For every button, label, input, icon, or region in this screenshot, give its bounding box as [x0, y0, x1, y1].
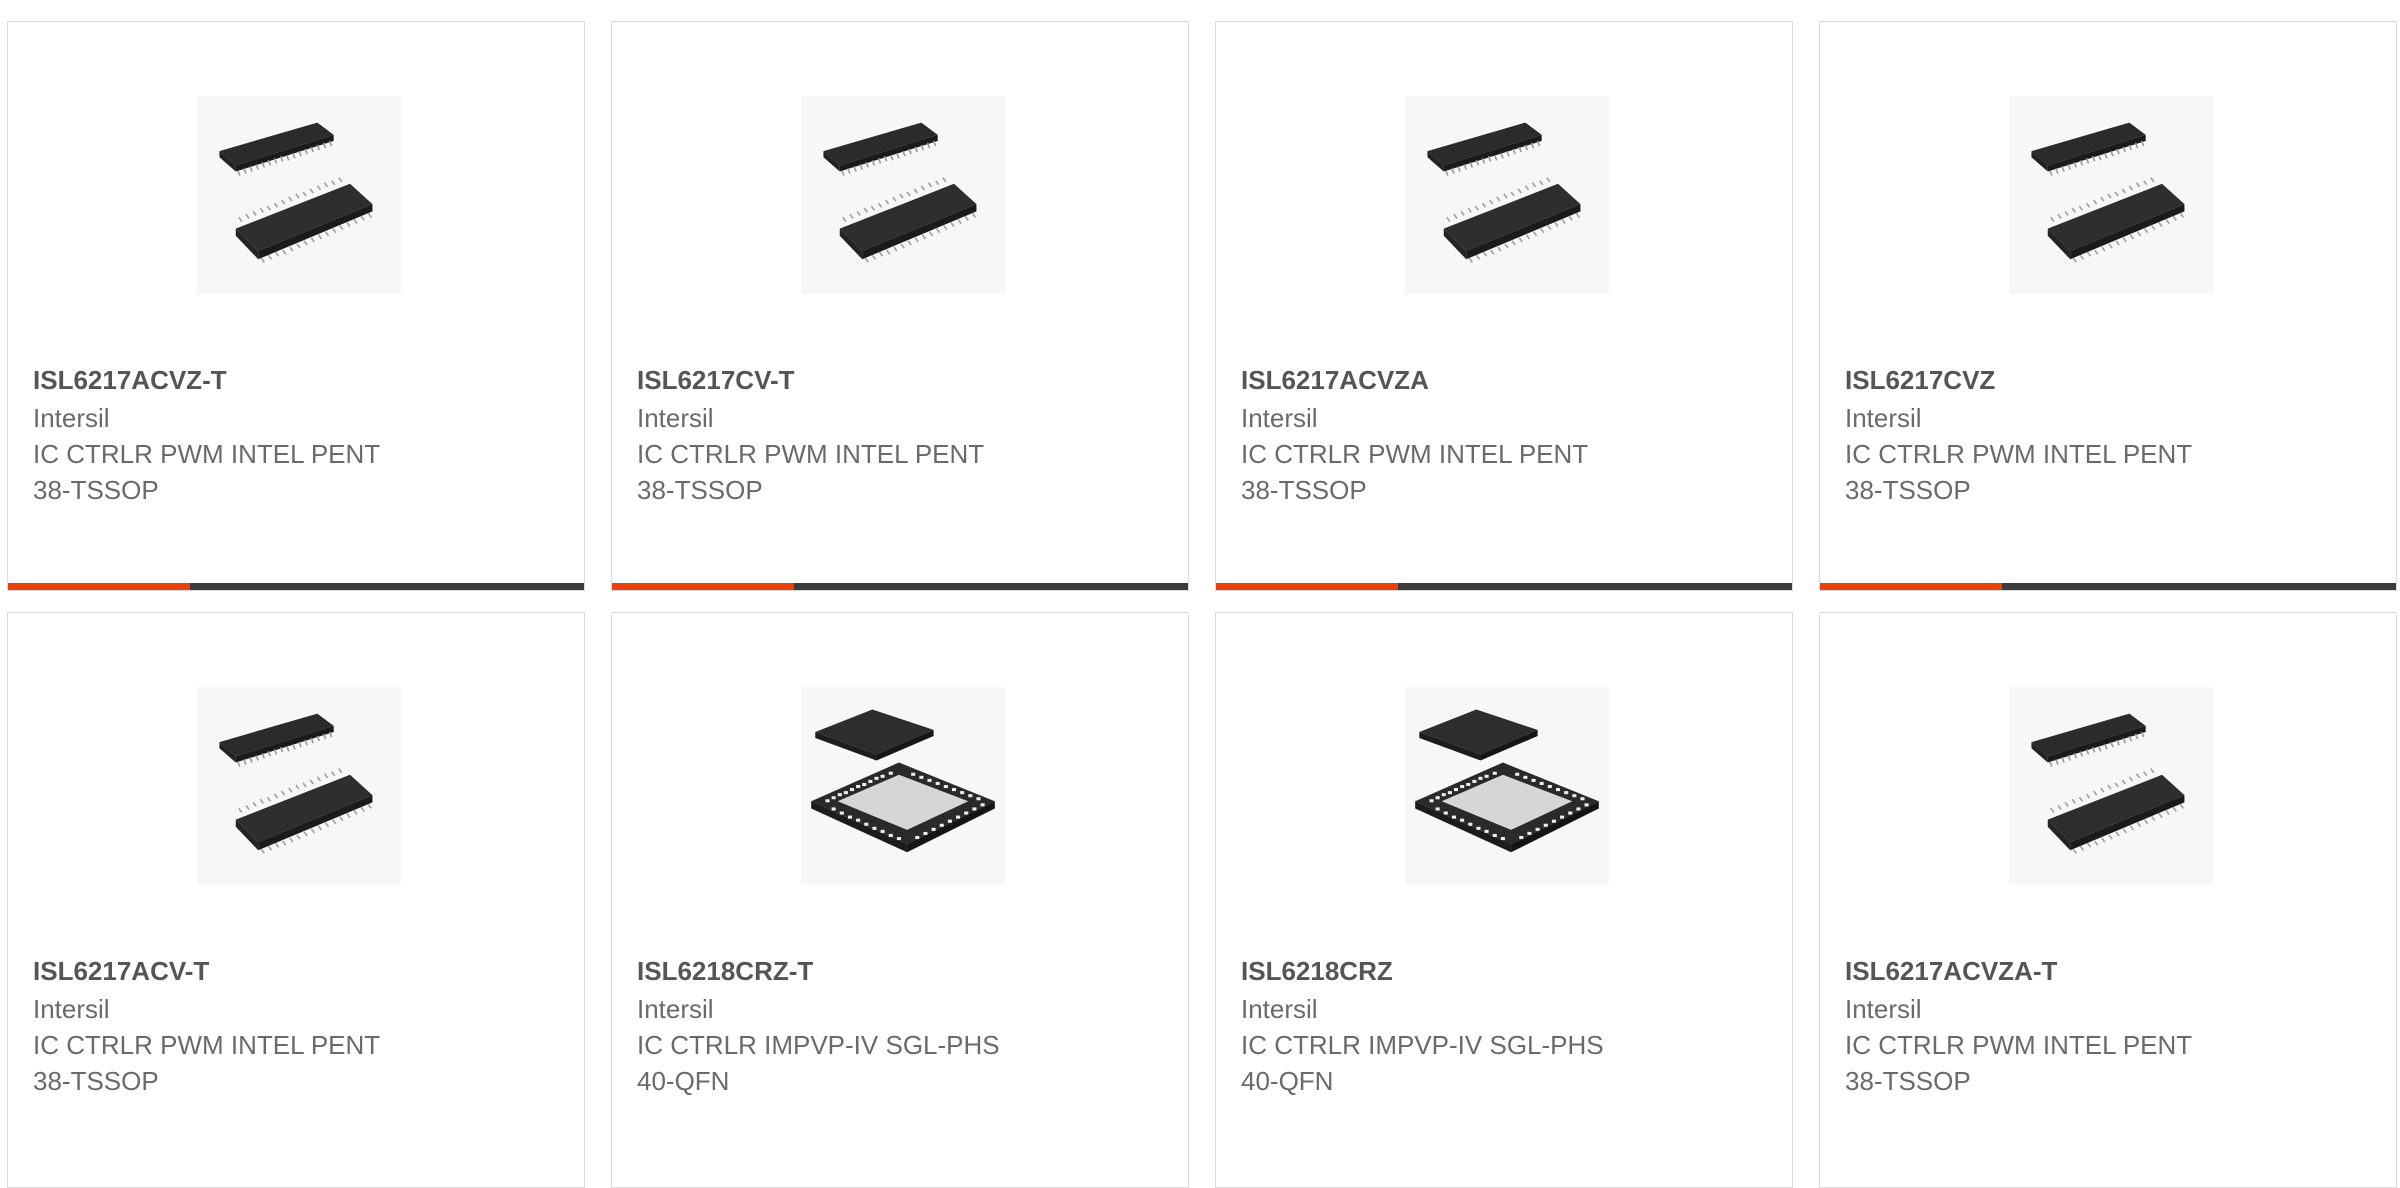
manufacturer-label: Intersil	[637, 994, 714, 1024]
product-card[interactable]: ISL6217ACV-T Intersil IC CTRLR PWM INTEL P…	[7, 612, 585, 1188]
product-card[interactable]: ISL6218CRZ Intersil IC CTRLR IMPVP-IV SGL-…	[1215, 612, 1793, 1188]
part-number-link[interactable]: ISL6217ACVZ-T	[33, 365, 227, 396]
qfn-chip-icon[interactable]	[801, 687, 1005, 885]
description-label: IC CTRLR PWM INTEL PENT	[1845, 1030, 2193, 1060]
manufacturer-label: Intersil	[33, 994, 110, 1024]
part-number-link[interactable]: ISL6217ACV-T	[33, 956, 209, 987]
part-number-link[interactable]: ISL6218CRZ-T	[637, 956, 813, 987]
manufacturer-label: Intersil	[1241, 994, 1318, 1024]
tssop-chip-icon[interactable]	[2009, 687, 2213, 885]
tssop-chip-icon[interactable]	[2009, 96, 2213, 294]
package-label: 40-QFN	[1241, 1066, 1334, 1096]
description-label: IC CTRLR IMPVP-IV SGL-PHS	[1241, 1030, 1604, 1060]
card-accent-bar	[8, 583, 190, 590]
qfn-chip-icon[interactable]	[1405, 687, 1609, 885]
package-label: 40-QFN	[637, 1066, 730, 1096]
package-label: 38-TSSOP	[33, 475, 159, 505]
package-label: 38-TSSOP	[1845, 1066, 1971, 1096]
part-number-link[interactable]: ISL6217CVZ	[1845, 365, 1995, 396]
description-label: IC CTRLR PWM INTEL PENT	[33, 439, 381, 469]
description-label: IC CTRLR PWM INTEL PENT	[637, 439, 985, 469]
product-card[interactable]: ISL6217ACVZA Intersil IC CTRLR PWM INTEL P…	[1215, 21, 1793, 591]
product-grid: ISL6217ACVZ-T Intersil IC CTRLR PWM INTEL …	[7, 21, 2400, 1188]
product-card[interactable]: ISL6217ACVZ-T Intersil IC CTRLR PWM INTEL …	[7, 21, 585, 591]
package-label: 38-TSSOP	[637, 475, 763, 505]
product-card[interactable]: ISL6218CRZ-T Intersil IC CTRLR IMPVP-IV SG…	[611, 612, 1189, 1188]
manufacturer-label: Intersil	[637, 403, 714, 433]
product-card[interactable]: ISL6217CVZ Intersil IC CTRLR PWM INTEL PEN…	[1819, 21, 2397, 591]
card-accent-bar	[1820, 583, 2002, 590]
manufacturer-label: Intersil	[1241, 403, 1318, 433]
card-accent-bar	[1216, 583, 1398, 590]
part-number-link[interactable]: ISL6217ACVZA-T	[1845, 956, 2057, 987]
tssop-chip-icon[interactable]	[197, 687, 401, 885]
card-accent-bar	[612, 583, 794, 590]
part-number-link[interactable]: ISL6217CV-T	[637, 365, 795, 396]
card-bottom-bar	[1820, 583, 2396, 590]
part-number-link[interactable]: ISL6217ACVZA	[1241, 365, 1429, 396]
description-label: IC CTRLR IMPVP-IV SGL-PHS	[637, 1030, 1000, 1060]
manufacturer-label: Intersil	[1845, 994, 1922, 1024]
description-label: IC CTRLR PWM INTEL PENT	[33, 1030, 381, 1060]
tssop-chip-icon[interactable]	[1405, 96, 1609, 294]
description-label: IC CTRLR PWM INTEL PENT	[1241, 439, 1589, 469]
part-number-link[interactable]: ISL6218CRZ	[1241, 956, 1393, 987]
manufacturer-label: Intersil	[33, 403, 110, 433]
manufacturer-label: Intersil	[1845, 403, 1922, 433]
product-card[interactable]: ISL6217ACVZA-T Intersil IC CTRLR PWM INTEL…	[1819, 612, 2397, 1188]
package-label: 38-TSSOP	[1241, 475, 1367, 505]
card-bottom-bar	[1216, 583, 1792, 590]
product-card[interactable]: ISL6217CV-T Intersil IC CTRLR PWM INTEL PE…	[611, 21, 1189, 591]
description-label: IC CTRLR PWM INTEL PENT	[1845, 439, 2193, 469]
tssop-chip-icon[interactable]	[801, 96, 1005, 294]
package-label: 38-TSSOP	[1845, 475, 1971, 505]
tssop-chip-icon[interactable]	[197, 96, 401, 294]
card-bottom-bar	[612, 583, 1188, 590]
card-bottom-bar	[8, 583, 584, 590]
package-label: 38-TSSOP	[33, 1066, 159, 1096]
